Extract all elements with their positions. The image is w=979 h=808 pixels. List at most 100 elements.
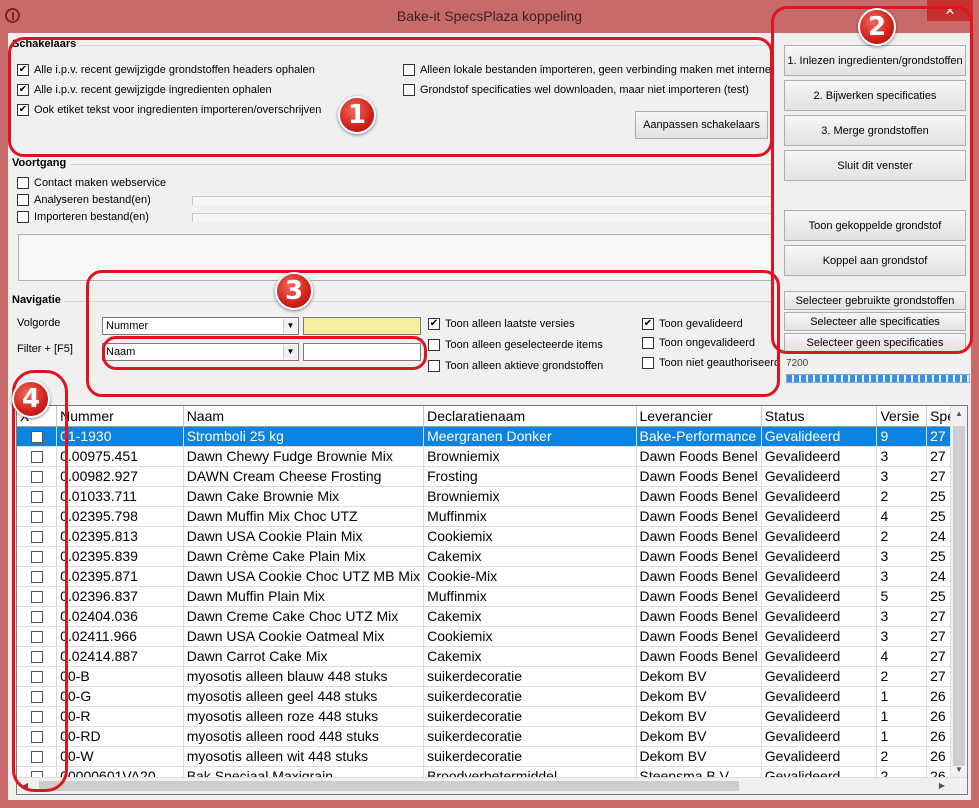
table-cell: suikerdecoratie [423,746,637,767]
table-cell: 0.02395.798 [56,506,184,527]
table-cell: 2 [876,526,928,547]
column-header[interactable]: Nummer [56,406,184,427]
column-header[interactable]: Status [761,406,878,427]
analyseren-progress [192,196,772,205]
table-cell: Gevalideerd [761,606,878,627]
table-cell: Gevalideerd [761,566,878,587]
table-cell: 5 [876,586,928,607]
table-cell: myosotis alleen geel 448 stuks [183,686,425,707]
scroll-thumb[interactable] [39,781,739,791]
table-row[interactable]: 0.02404.036 Dawn Creme Cake Choc UTZ Mix C… [17,606,967,627]
table-cell: Gevalideerd [761,666,878,687]
table-row[interactable]: 0.02395.839 Dawn Crème Cake Plain Mix Cake… [17,546,967,567]
checkbox [17,194,29,206]
column-header[interactable]: Versie [876,406,928,427]
table-cell: 3 [876,566,928,587]
table-cell: Dekom BV [636,706,762,727]
table-row[interactable]: 0.01033.711 Dawn Cake Brownie Mix Browniem… [17,486,967,507]
column-header[interactable]: Naam [183,406,425,427]
table-cell: suikerdecoratie [423,666,637,687]
table-cell: Browniemix [423,486,637,507]
table-cell: Gevalideerd [761,626,878,647]
importeren-progress [192,213,772,222]
table-row[interactable]: 0.02395.798 Dawn Muffin Mix Choc UTZ Muffi… [17,506,967,527]
column-header[interactable]: Declaratienaam [423,406,637,427]
table-row[interactable]: 0.00975.451 Dawn Chewy Fudge Brownie Mix B… [17,446,967,467]
specificaties-grid[interactable]: XNummerNaamDeclaratienaamLeverancierStat… [16,405,968,795]
table-cell: Cakemix [423,606,637,627]
table-cell: Stromboli 25 kg [183,426,425,447]
table-cell: 3 [876,546,928,567]
table-row[interactable]: 0.02395.813 Dawn USA Cookie Plain Mix Cook… [17,526,967,547]
table-cell: 0.02411.966 [56,626,184,647]
table-row[interactable]: 00-B myosotis alleen blauw 448 stuks suike… [17,666,967,687]
table-cell: Gevalideerd [761,526,878,547]
table-cell: 3 [876,626,928,647]
table-row[interactable]: 00-R myosotis alleen roze 448 stuks suiker… [17,706,967,727]
table-cell: Cookie-Mix [423,566,637,587]
table-cell: Gevalideerd [761,426,878,447]
table-row[interactable]: 00-W myosotis alleen wit 448 stuks suikerd… [17,746,967,767]
vertical-scrollbar[interactable]: ▲ ▼ [950,406,967,777]
table-cell: 1 [876,706,928,727]
voortgang-label: Importeren bestand(en) [34,211,149,223]
specificaties-table: XNummerNaamDeclaratienaamLeverancierStat… [17,406,967,787]
column-header[interactable]: Leverancier [636,406,762,427]
table-cell: Dawn USA Cookie Plain Mix [183,526,425,547]
table-cell: Dawn Crème Cake Plain Mix [183,546,425,567]
table-row[interactable]: 0.02411.966 Dawn USA Cookie Oatmeal Mix Co… [17,626,967,647]
scroll-right-icon[interactable]: ▶ [939,781,945,790]
table-cell: Dawn USA Cookie Choc UTZ MB Mix [183,566,425,587]
table-cell: 2 [876,666,928,687]
table-cell: Dawn Muffin Mix Choc UTZ [183,506,425,527]
annotation-outline-1 [8,37,773,157]
table-cell: 0.02395.839 [56,546,184,567]
table-row[interactable]: 01-1930 Stromboli 25 kg Meergranen Donker B… [17,426,967,447]
table-cell: myosotis alleen rood 448 stuks [183,726,425,747]
table-row[interactable]: 00-G myosotis alleen geel 448 stuks suiker… [17,686,967,707]
table-cell: Cakemix [423,646,637,667]
annotation-outline-4 [12,370,68,792]
table-cell: 1 [876,686,928,707]
table-cell: Gevalideerd [761,506,878,527]
table-cell: Gevalideerd [761,706,878,727]
table-cell: Dawn Foods Benel [636,566,762,587]
table-cell: 0.01033.711 [56,486,184,507]
annotation-badge-2: 2 [858,8,896,46]
table-cell: Dekom BV [636,726,762,747]
table-cell: Dawn USA Cookie Oatmeal Mix [183,626,425,647]
table-cell: Gevalideerd [761,446,878,467]
loading-progress [786,374,970,383]
table-cell: Gevalideerd [761,546,878,567]
horizontal-scrollbar[interactable]: ◀ ▶ [17,777,967,794]
table-cell: Dawn Foods Benel [636,606,762,627]
scroll-thumb[interactable] [953,426,965,766]
annotation-outline-2 [771,6,973,354]
table-cell: 00-RD [56,726,184,747]
table-cell: 2 [876,486,928,507]
table-cell: Gevalideerd [761,726,878,747]
table-cell: 00-G [56,686,184,707]
table-row[interactable]: 00-RD myosotis alleen rood 448 stuks suike… [17,726,967,747]
annotation-outline-3 [86,270,780,397]
navigatie-title: Navigatie [12,294,64,306]
voortgang-contact: Contact maken webservice [17,177,166,189]
table-cell: Dawn Foods Benel [636,446,762,467]
table-cell: Meergranen Donker [423,426,637,447]
scroll-up-icon[interactable]: ▲ [955,409,963,418]
checkbox [17,211,29,223]
table-cell: Gevalideerd [761,686,878,707]
table-row[interactable]: 0.02414.887 Dawn Carrot Cake Mix Cakemix Da… [17,646,967,667]
table-row[interactable]: 0.02395.871 Dawn USA Cookie Choc UTZ MB M… [17,566,967,587]
table-cell: Muffinmix [423,586,637,607]
table-cell: Dawn Foods Benel [636,546,762,567]
scroll-down-icon[interactable]: ▼ [955,765,963,774]
table-cell: Dawn Foods Benel [636,646,762,667]
table-cell: Cookiemix [423,526,637,547]
table-cell: Dawn Carrot Cake Mix [183,646,425,667]
table-row[interactable]: 0.00982.927 DAWN Cream Cheese Frosting Fro… [17,466,967,487]
volgorde-label: Volgorde [17,317,61,329]
table-cell: Browniemix [423,446,637,467]
table-cell: 00-R [56,706,184,727]
table-row[interactable]: 0.02396.837 Dawn Muffin Plain Mix Muffinmi… [17,586,967,607]
